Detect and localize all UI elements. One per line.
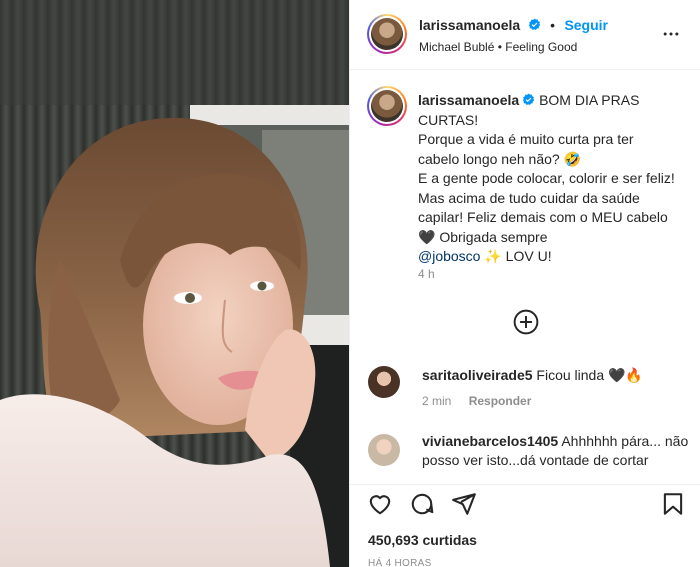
- commenter-avatar[interactable]: [368, 366, 400, 398]
- more-horizontal-icon[interactable]: [661, 24, 681, 44]
- comment-item: saritaoliveirade5 Ficou linda 🖤🔥 2 min R…: [350, 362, 700, 422]
- music-label[interactable]: Michael Bublé • Feeling Good: [419, 40, 577, 54]
- action-bar: [350, 484, 700, 524]
- separator-dot: •: [550, 17, 555, 33]
- likes-count[interactable]: 450,693 curtidas: [368, 532, 477, 548]
- caption-author-avatar[interactable]: [367, 86, 407, 126]
- commenter-username[interactable]: vivianebarcelos1405: [422, 433, 558, 449]
- commenter-username[interactable]: saritaoliveirade5: [422, 367, 533, 383]
- bookmark-icon[interactable]: [660, 491, 686, 517]
- heart-icon[interactable]: [367, 491, 393, 517]
- commenter-avatar[interactable]: [368, 434, 400, 466]
- caption-author-username[interactable]: larissamanoela: [418, 92, 519, 108]
- posted-time[interactable]: HÁ 4 HORAS: [368, 558, 432, 567]
- caption-line-3: E a gente pode colocar, colorir e ser fe…: [418, 170, 675, 245]
- comment-item: vivianebarcelos1405 Ahhhhhh pára... não …: [350, 432, 700, 484]
- author-avatar[interactable]: [367, 14, 407, 54]
- caption-timestamp[interactable]: 4 h: [418, 267, 435, 281]
- follow-button[interactable]: Seguir: [564, 17, 608, 33]
- verified-badge-icon: [528, 18, 540, 30]
- post-photo[interactable]: [0, 0, 349, 567]
- author-username[interactable]: larissamanoela: [419, 17, 520, 33]
- caption-section: larissamanoela BOM DIA PRAS CURTAS! Porq…: [350, 71, 700, 341]
- caption-line-2: Porque a vida é muito curta pra ter cabe…: [418, 131, 634, 167]
- caption-text: larissamanoela BOM DIA PRAS CURTAS! Porq…: [418, 91, 678, 267]
- verified-badge-icon: [523, 93, 535, 105]
- reply-button[interactable]: Responder: [469, 394, 532, 408]
- comment-icon[interactable]: [409, 491, 435, 517]
- comment-body: vivianebarcelos1405 Ahhhhhh pára... não …: [422, 432, 692, 470]
- comment-time[interactable]: 2 min: [422, 394, 451, 408]
- load-more-comments-icon[interactable]: [513, 309, 539, 335]
- post-header: larissamanoela • Seguir Michael Bublé • …: [350, 0, 700, 70]
- post-photo-illustration: [0, 0, 349, 567]
- post-details-panel: larissamanoela • Seguir Michael Bublé • …: [349, 0, 700, 567]
- comment-meta: 2 min Responder: [422, 394, 545, 408]
- caption-mention-link[interactable]: @jobosco: [418, 248, 480, 264]
- comment-body: saritaoliveirade5 Ficou linda 🖤🔥: [422, 366, 692, 385]
- caption-line-4: ✨ LOV U!: [484, 248, 552, 264]
- send-icon[interactable]: [451, 491, 477, 517]
- comment-text: Ficou linda 🖤🔥: [536, 367, 643, 383]
